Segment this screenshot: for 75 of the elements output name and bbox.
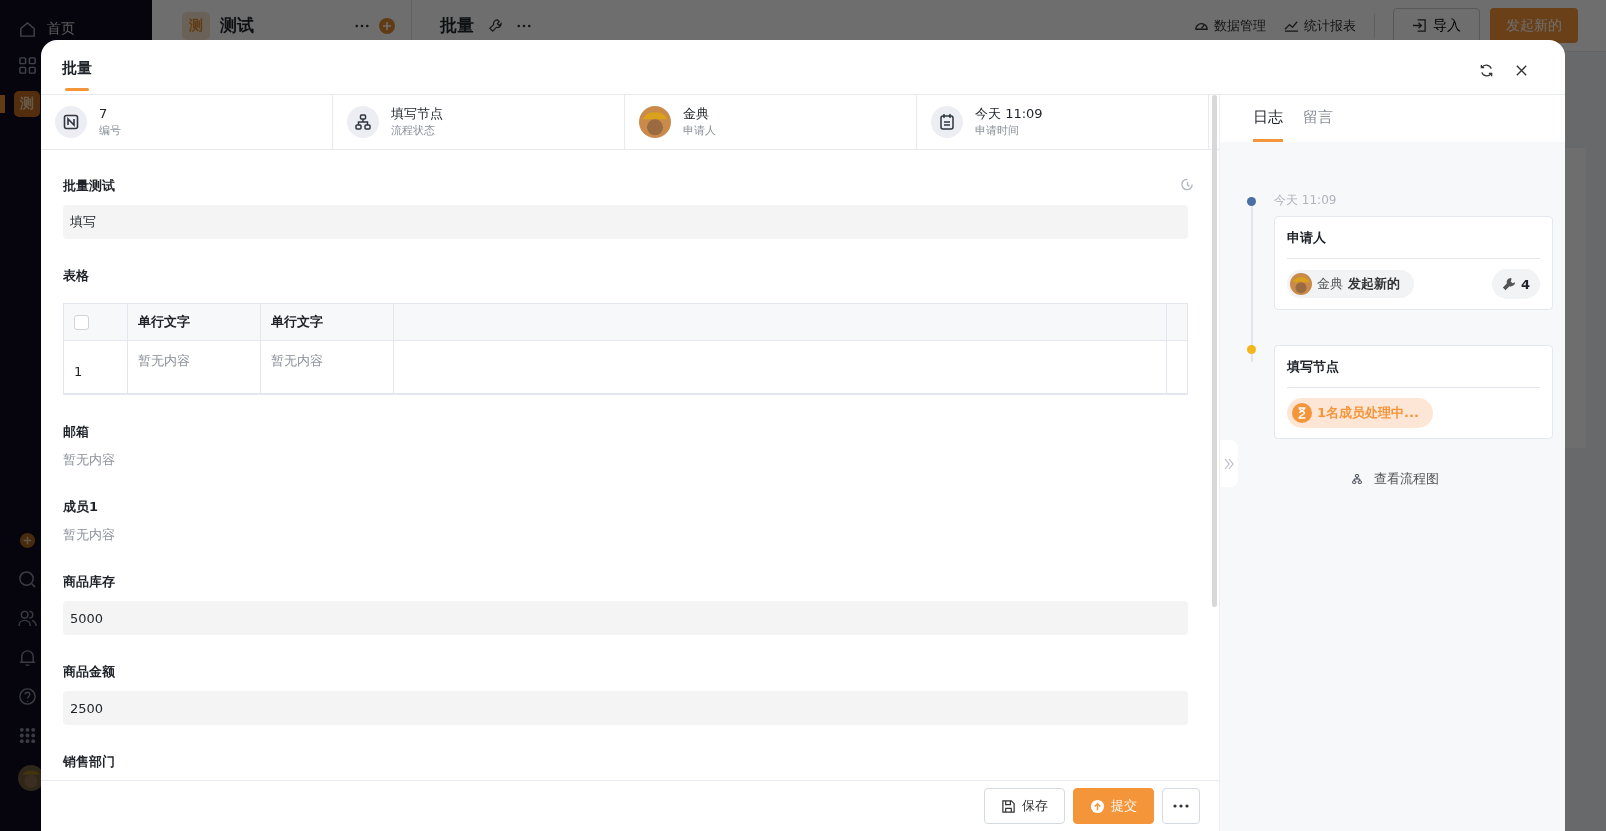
header-link[interactable]: 数据管理 [1194,16,1266,35]
bell-icon[interactable] [18,648,37,667]
input-field[interactable]: 5000 [63,601,1188,635]
summary-label: 流程状态 [391,123,436,139]
submit-button[interactable]: 提交 [1073,788,1154,824]
action-text: 发起新的 [1348,275,1400,293]
table-cell: 暂无内容 [261,341,394,393]
field-label: 商品库存 [63,573,115,591]
card-title: 申请人 [1287,229,1540,259]
home-icon [18,19,37,39]
flow-chart-link[interactable]: 查看流程图 [1346,469,1439,489]
selection-marker [0,95,5,113]
collapse-handle[interactable] [1220,440,1238,487]
tab[interactable]: 留言 [1303,95,1333,142]
field-value: 暂无内容 [63,451,116,469]
wrench-icon[interactable] [488,18,503,33]
refresh-icon[interactable] [1479,62,1494,78]
column-header: 单行文字 [261,304,394,340]
app-name: 测试 [220,14,254,37]
page-title: 批量 [440,14,474,37]
field-label: 批量测试 [63,177,115,195]
header-link[interactable]: 统计报表 [1284,16,1356,35]
search-icon[interactable] [18,570,37,589]
more-icon [1173,804,1189,808]
input-field[interactable]: 2500 [63,691,1188,725]
chevrons-icon [1223,456,1235,471]
summary-value: 7 [99,105,109,123]
wrench-icon [1501,277,1516,291]
field-label: 成员1 [63,498,99,516]
import-icon [1412,18,1427,33]
summary-label: 申请时间 [975,123,1020,139]
history-icon[interactable] [1180,177,1195,192]
input-field[interactable]: 填写 [63,205,1188,239]
dialog-title: 批量 [62,58,92,79]
column-header: 单行文字 [128,304,261,340]
tab[interactable]: 日志 [1253,95,1283,142]
number-icon [55,106,87,138]
summary-value: 填写节点 [391,105,443,123]
field-label: 邮箱 [63,423,89,441]
avatar-icon [1290,273,1312,295]
timestamp: 今天 11:09 [1274,192,1338,209]
app-tile: 测 [182,11,210,40]
calendar-icon [931,106,963,138]
field-value: 暂无内容 [63,526,116,544]
checkbox[interactable] [74,314,89,330]
add-icon[interactable] [379,17,395,34]
more-icon[interactable] [517,23,531,28]
field-label: 销售部门 [63,753,115,771]
card-title: 填写节点 [1287,358,1540,388]
field-label: 商品金额 [63,663,115,681]
user-name: 金典 [1317,275,1343,293]
summary-value: 今天 11:09 [975,105,1043,123]
save-icon [1001,798,1016,814]
chart-icon [1284,18,1299,33]
save-button[interactable]: 保存 [984,788,1065,824]
sidebar-item[interactable]: 首页 [0,14,152,44]
users-icon[interactable] [18,609,37,628]
row-number: 1 [64,341,128,393]
count-chip[interactable]: 4 [1491,269,1540,299]
more-icon[interactable] [355,23,369,28]
table-cell: 暂无内容 [128,341,261,393]
flow-icon [347,106,379,138]
add-icon[interactable] [18,531,37,550]
status-chip: 1名成员处理中... [1287,398,1433,428]
summary-label: 编号 [99,123,121,139]
summary-label: 申请人 [683,123,716,139]
field-label: 表格 [63,267,89,285]
grid-icon[interactable] [18,55,37,75]
summary-value: 金典 [683,105,710,123]
more-button[interactable] [1162,788,1200,824]
upload-icon [1090,798,1105,814]
avatar-icon [639,106,671,138]
hourglass-icon [1292,403,1312,423]
help-icon[interactable] [18,687,37,706]
apps-icon[interactable] [18,726,37,745]
